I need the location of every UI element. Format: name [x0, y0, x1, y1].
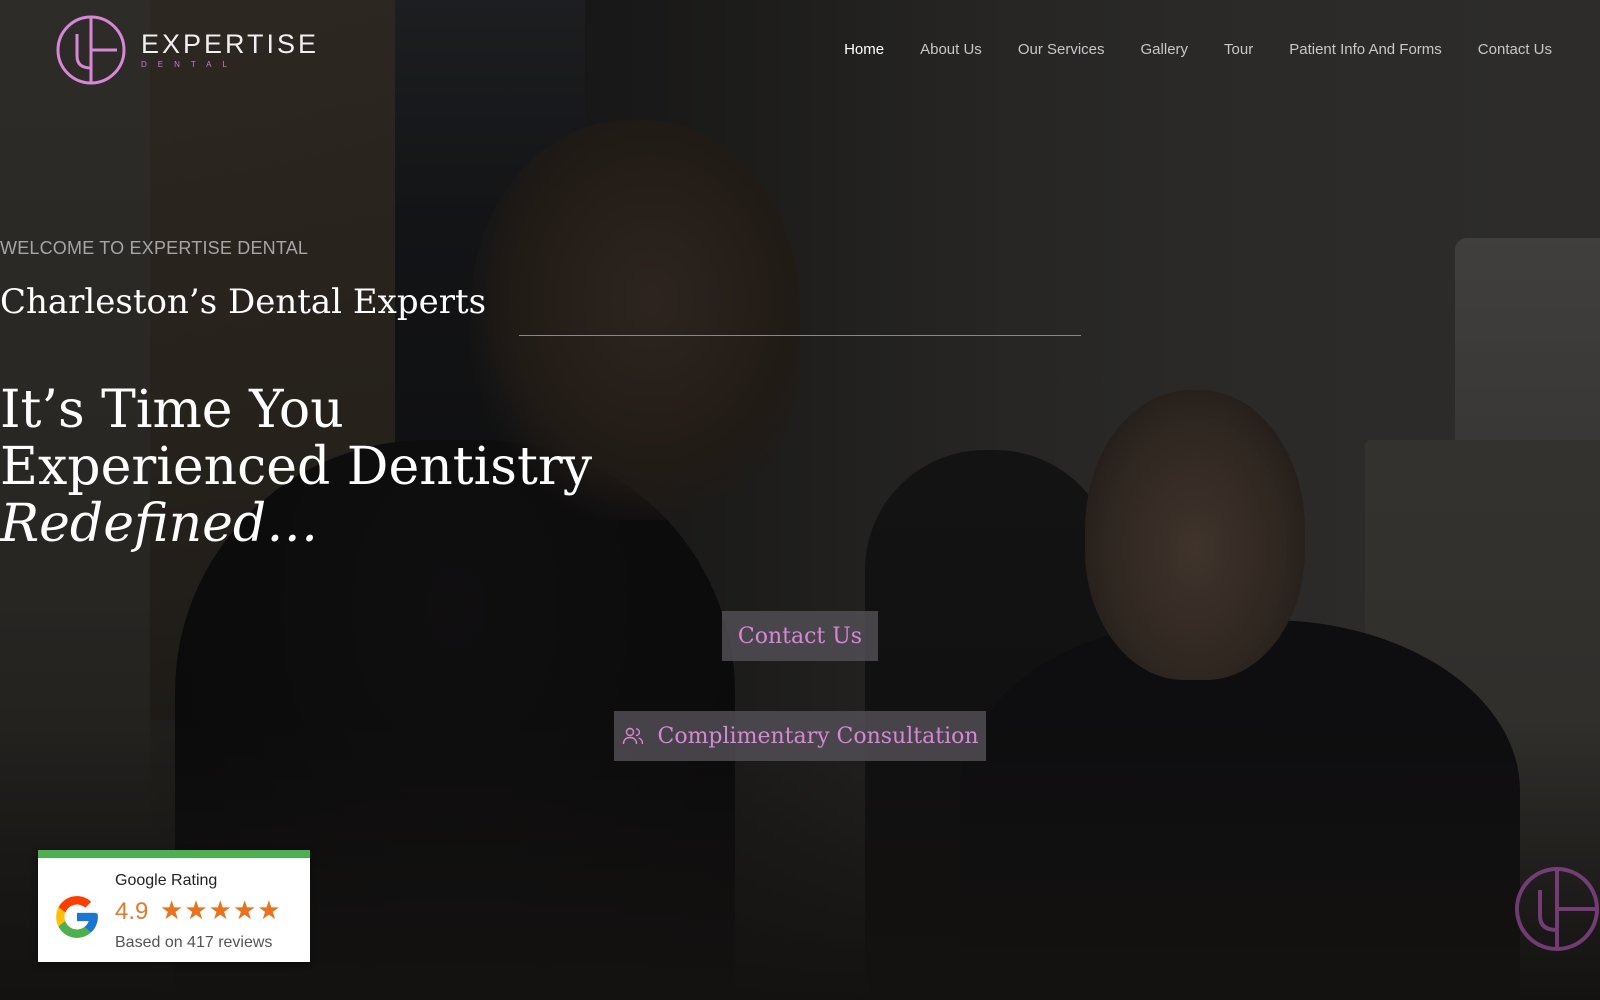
hero-tagline: Charleston’s Dental Experts — [0, 282, 487, 322]
rating-score: 4.9 — [115, 898, 149, 925]
nav-about-us[interactable]: About Us — [920, 38, 982, 62]
nav-patient-info-and-forms[interactable]: Patient Info And Forms — [1289, 38, 1442, 62]
scroll-to-top-logo-icon[interactable] — [1514, 866, 1600, 952]
hero-section: EXPERTISE DENTAL Home About Us Our Servi… — [0, 0, 1600, 1000]
headline-line-1: It’s Time You — [0, 380, 344, 440]
welcome-eyebrow: WELCOME TO EXPERTISE DENTAL — [0, 238, 309, 258]
site-header: EXPERTISE DENTAL Home About Us Our Servi… — [0, 0, 1600, 100]
nav-gallery[interactable]: Gallery — [1141, 38, 1189, 62]
consultation-label: Complimentary Consultation — [657, 723, 979, 749]
star-icon: ★ — [160, 896, 185, 926]
nav-home[interactable]: Home — [844, 38, 884, 62]
complimentary-consultation-button[interactable]: Complimentary Consultation — [614, 711, 986, 761]
nav-tour[interactable]: Tour — [1224, 38, 1253, 62]
headline-line-3: Redefined… — [0, 494, 319, 554]
star-icon: ★ — [232, 896, 258, 926]
users-icon — [623, 727, 644, 745]
logo-wordmark: EXPERTISE — [141, 29, 320, 59]
nav-our-services[interactable]: Our Services — [1018, 38, 1105, 62]
star-rating: ★★★★★ — [160, 896, 282, 926]
rating-title: Google Rating — [115, 872, 218, 889]
logo-mark-icon — [56, 15, 126, 85]
logo-subtitle: DENTAL — [141, 60, 238, 69]
hero-divider — [519, 335, 1081, 336]
hero-headline: It’s Time You Experienced Dentistry Rede… — [0, 382, 1600, 553]
google-rating-widget[interactable]: Google Rating 4.9 ★★★★★ Based on 417 rev… — [38, 850, 310, 962]
site-logo[interactable]: EXPERTISE DENTAL — [55, 12, 316, 88]
headline-line-2: Experienced Dentistry — [0, 437, 593, 497]
rating-review-count: Based on 417 reviews — [115, 934, 273, 951]
main-navigation: Home About Us Our Services Gallery Tour … — [808, 38, 1552, 62]
google-g-icon — [56, 896, 98, 938]
star-icon: ★ — [208, 896, 233, 926]
star-icon: ★ — [184, 896, 209, 926]
star-icon: ★ — [257, 896, 282, 926]
nav-contact-us[interactable]: Contact Us — [1478, 38, 1552, 62]
contact-us-button[interactable]: Contact Us — [722, 611, 878, 661]
